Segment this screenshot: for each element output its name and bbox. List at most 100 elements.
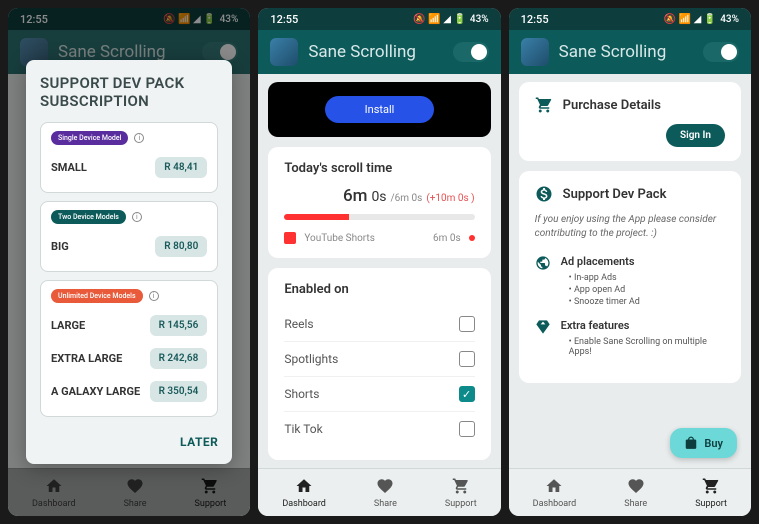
status-icons: 🔕 📶 ◢ 🔋43%	[664, 14, 739, 25]
install-card: Install	[268, 82, 490, 137]
master-toggle[interactable]	[703, 42, 739, 62]
checkbox[interactable]	[459, 421, 475, 437]
cart-icon	[452, 477, 470, 498]
master-toggle[interactable]	[453, 42, 489, 62]
tier-badge: Single Device Model	[51, 131, 128, 145]
tier-group: Two Device Models i BIG R 80,80	[40, 201, 218, 272]
phone-support: 12:55 🔕 📶 ◢ 🔋43% Sane Scrolling Purchase…	[509, 8, 751, 516]
tier-name: BIG	[51, 240, 69, 253]
nav-share[interactable]: Share	[366, 473, 405, 513]
tier-badge: Unlimited Device Models	[51, 289, 143, 303]
info-icon[interactable]: i	[132, 212, 142, 222]
enabled-title: Enabled on	[284, 282, 474, 297]
heart-icon	[627, 477, 645, 498]
app-logo-icon	[521, 38, 549, 66]
support-icon	[535, 185, 553, 203]
enabled-on-card: Enabled on Reels Spotlights Shorts✓ Tik Tok	[268, 268, 490, 460]
status-bar: 12:55 🔕 📶 ◢ 🔋43%	[258, 8, 500, 30]
tier-price: R 80,80	[155, 236, 207, 257]
info-icon[interactable]: i	[134, 133, 144, 143]
scroll-time-card: Today's scroll time 6m 0s /6m 0s (+10m 0…	[268, 147, 490, 258]
active-dot-icon	[469, 235, 475, 241]
tier-price: R 48,41	[155, 157, 207, 178]
status-icons: 🔕 📶 ◢ 🔋43%	[413, 14, 488, 25]
extras-list: Enable Sane Scrolling on multiple Apps!	[561, 337, 725, 357]
enable-label: Reels	[284, 317, 313, 331]
scroll-progress	[284, 214, 474, 220]
later-button[interactable]: LATER	[180, 435, 218, 449]
tier-price: R 242,68	[150, 348, 208, 369]
phone-dashboard: 12:55 🔕 📶 ◢ 🔋43% Sane Scrolling Install …	[258, 8, 500, 516]
tier-name: EXTRA LARGE	[51, 352, 122, 365]
checkbox[interactable]	[459, 351, 475, 367]
scroll-time-title: Today's scroll time	[284, 161, 474, 176]
clock: 12:55	[270, 13, 298, 26]
content-area: Purchase Details Sign In Support Dev Pac…	[509, 74, 751, 468]
tier-badge: Two Device Models	[51, 210, 126, 224]
nav-share[interactable]: Share	[616, 473, 655, 513]
home-icon	[545, 477, 563, 498]
enable-row[interactable]: Tik Tok	[284, 412, 474, 446]
list-item: Enable Sane Scrolling on multiple Apps!	[569, 337, 725, 357]
youtube-icon	[284, 232, 296, 244]
nav-support[interactable]: Support	[437, 473, 485, 513]
clock: 12:55	[521, 13, 549, 26]
tier-row[interactable]: A GALAXY LARGE R 350,54	[51, 375, 207, 408]
content-area: Install Today's scroll time 6m 0s /6m 0s…	[258, 74, 500, 468]
tier-price: R 145,56	[150, 315, 208, 336]
purchase-details-card: Purchase Details Sign In	[519, 82, 741, 161]
diamond-icon	[535, 319, 551, 335]
modal-overlay[interactable]: SUPPORT DEV PACK SUBSCRIPTION Single Dev…	[8, 8, 250, 516]
buy-button[interactable]: Buy	[670, 428, 737, 458]
signin-button[interactable]: Sign In	[666, 124, 725, 147]
tier-name: SMALL	[51, 161, 87, 174]
cart-icon	[702, 477, 720, 498]
info-icon[interactable]: i	[149, 291, 159, 301]
nav-support[interactable]: Support	[687, 473, 735, 513]
home-icon	[295, 477, 313, 498]
enable-label: Spotlights	[284, 352, 338, 366]
tier-row[interactable]: SMALL R 48,41	[51, 151, 207, 184]
app-header: Sane Scrolling	[258, 30, 500, 74]
dialog-title: SUPPORT DEV PACK SUBSCRIPTION	[40, 74, 218, 110]
tier-group: Unlimited Device ModelsiLARGER 145,56EXT…	[40, 280, 218, 417]
enable-row[interactable]: Spotlights	[284, 342, 474, 377]
tier-group: Single Device Model i SMALL R 48,41	[40, 122, 218, 193]
app-title: Sane Scrolling	[308, 42, 442, 62]
phone-subscription-dialog: 12:55 🔕 📶 ◢ 🔋43% Sane Scrolling Dashboar…	[8, 8, 250, 516]
checkbox[interactable]: ✓	[459, 386, 475, 402]
globe-icon	[535, 255, 551, 271]
install-button[interactable]: Install	[325, 96, 435, 123]
list-item: In-app Ads	[569, 273, 640, 283]
ads-title: Ad placements	[561, 255, 640, 268]
tier-price: R 350,54	[150, 381, 208, 402]
list-item: App open Ad	[569, 285, 640, 295]
app-title: Sane Scrolling	[559, 42, 693, 62]
bottom-nav: Dashboard Share Support	[509, 468, 751, 516]
heart-icon	[376, 477, 394, 498]
bag-icon	[684, 436, 698, 450]
status-bar: 12:55 🔕 📶 ◢ 🔋43%	[509, 8, 751, 30]
subscription-dialog: SUPPORT DEV PACK SUBSCRIPTION Single Dev…	[26, 60, 232, 464]
tier-row[interactable]: BIG R 80,80	[51, 230, 207, 263]
tier-name: A GALAXY LARGE	[51, 385, 140, 398]
app-header: Sane Scrolling	[509, 30, 751, 74]
tier-row[interactable]: LARGER 145,56	[51, 309, 207, 342]
enable-row[interactable]: Shorts✓	[284, 377, 474, 412]
bottom-nav: Dashboard Share Support	[258, 468, 500, 516]
ads-list: In-app Ads App open Ad Snooze timer Ad	[561, 273, 640, 307]
purchase-title: Purchase Details	[563, 98, 661, 113]
support-text: If you enjoy using the App please consid…	[535, 213, 725, 241]
tier-row[interactable]: EXTRA LARGE R 242,68	[51, 342, 207, 375]
cart-icon	[535, 96, 553, 114]
scroll-time-value: 6m 0s /6m 0s (+10m 0s )	[284, 186, 474, 206]
checkbox[interactable]	[459, 316, 475, 332]
app-logo-icon	[270, 38, 298, 66]
support-dev-card: Support Dev Pack If you enjoy using the …	[519, 171, 741, 383]
list-item: Snooze timer Ad	[569, 297, 640, 307]
support-title: Support Dev Pack	[563, 187, 667, 202]
nav-dashboard[interactable]: Dashboard	[525, 473, 585, 513]
enable-row[interactable]: Reels	[284, 307, 474, 342]
nav-dashboard[interactable]: Dashboard	[274, 473, 334, 513]
enable-label: Tik Tok	[284, 422, 322, 436]
